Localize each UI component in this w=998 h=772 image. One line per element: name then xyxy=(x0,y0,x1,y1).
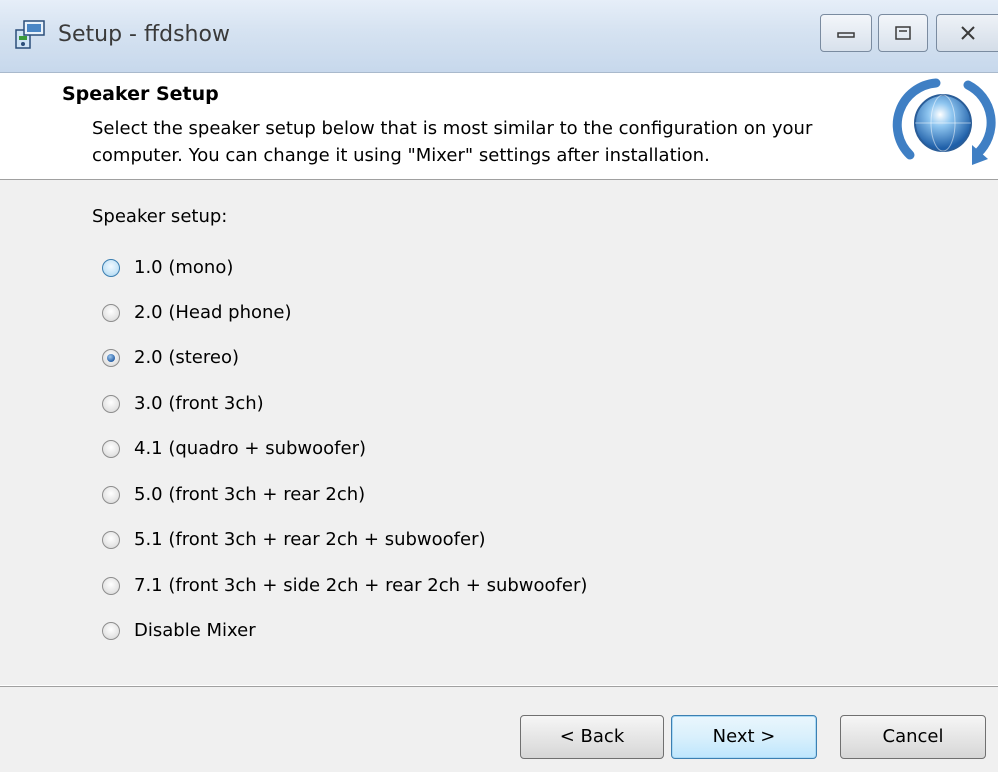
radio-label: 5.0 (front 3ch + rear 2ch) xyxy=(134,484,366,505)
minimize-button[interactable] xyxy=(820,14,872,52)
speaker-setup-label: Speaker setup: xyxy=(92,206,228,227)
close-button[interactable] xyxy=(936,14,998,52)
radio-label: 7.1 (front 3ch + side 2ch + rear 2ch + s… xyxy=(134,575,588,596)
radio-label: 3.0 (front 3ch) xyxy=(134,393,264,414)
ffdshow-globe-logo-icon xyxy=(892,78,996,165)
radio-button[interactable] xyxy=(102,577,120,595)
page-description: Select the speaker setup below that is m… xyxy=(92,118,813,166)
maximize-icon xyxy=(895,26,911,40)
window-title: Setup - ffdshow xyxy=(58,22,230,47)
title-bar: Setup - ffdshow xyxy=(0,0,998,73)
radio-label: Disable Mixer xyxy=(134,620,256,641)
radio-button[interactable] xyxy=(102,259,120,277)
radio-label: 4.1 (quadro + subwoofer) xyxy=(134,438,366,459)
radio-button[interactable] xyxy=(102,440,120,458)
maximize-button[interactable] xyxy=(878,14,928,52)
radio-button[interactable] xyxy=(102,486,120,504)
content-area: Speaker setup: 1.0 (mono) 2.0 (Head phon… xyxy=(0,180,998,685)
radio-button[interactable] xyxy=(102,395,120,413)
setup-installer-icon xyxy=(15,20,45,49)
page-title: Speaker Setup xyxy=(62,83,219,105)
next-button[interactable]: Next > xyxy=(671,715,817,759)
radio-button-selected[interactable] xyxy=(102,349,120,367)
radio-label: 5.1 (front 3ch + rear 2ch + subwoofer) xyxy=(134,529,486,550)
radio-button[interactable] xyxy=(102,622,120,640)
back-button[interactable]: < Back xyxy=(520,715,664,759)
close-icon xyxy=(960,26,975,40)
radio-label: 2.0 (Head phone) xyxy=(134,302,292,323)
cancel-button[interactable]: Cancel xyxy=(840,715,986,759)
radio-selected-dot xyxy=(107,354,115,362)
button-bar: < Back Next > Cancel xyxy=(0,686,998,772)
radio-label: 1.0 (mono) xyxy=(134,257,234,278)
radio-button[interactable] xyxy=(102,304,120,322)
minimize-icon xyxy=(837,32,855,38)
wizard-header: Speaker Setup Select the speaker setup b… xyxy=(0,73,998,180)
radio-label: 2.0 (stereo) xyxy=(134,347,239,368)
radio-button[interactable] xyxy=(102,531,120,549)
